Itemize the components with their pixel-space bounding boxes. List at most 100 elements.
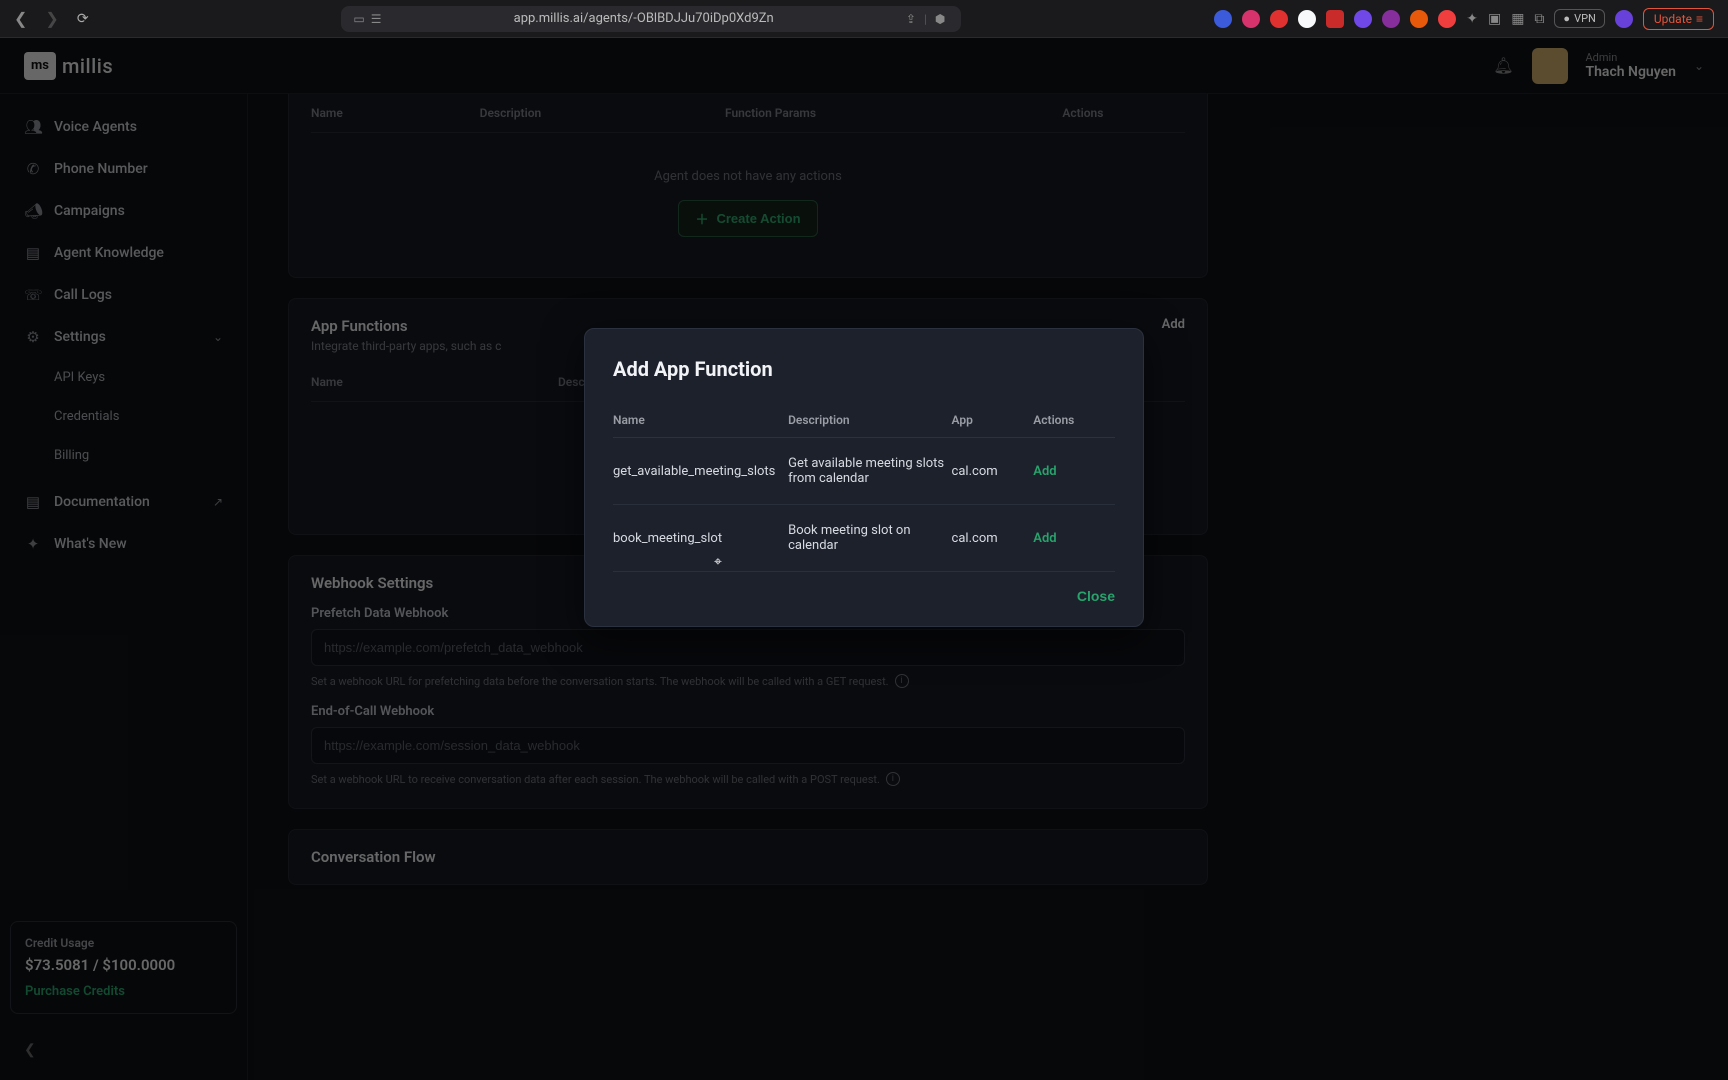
sidebar-item-call-logs[interactable]: ☏ Call Logs [10, 276, 237, 314]
modal-fn-app: cal.com [952, 464, 1034, 479]
purchase-credits-link[interactable]: Purchase Credits [25, 984, 222, 999]
modal-row: get_available_meeting_slots Get availabl… [613, 438, 1115, 505]
ext-icon[interactable] [1326, 10, 1344, 28]
ext-icon[interactable] [1214, 10, 1232, 28]
sidebar-item-label: Documentation [54, 494, 150, 510]
sidebar-item-voice-agents[interactable]: 👥︎ Voice Agents [10, 108, 237, 146]
sidebar: 👥︎ Voice Agents ✆ Phone Number 📣︎ Campai… [0, 94, 248, 1080]
sidebar-collapse-icon[interactable]: ❮ [10, 1034, 237, 1066]
sidebar-item-campaigns[interactable]: 📣︎ Campaigns [10, 192, 237, 230]
sidebar-item-label: Phone Number [54, 161, 148, 177]
app-functions-subtitle: Integrate third-party apps, such as c [311, 339, 501, 353]
sidebar-item-api-keys[interactable]: API Keys [10, 360, 237, 395]
logo-text: millis [62, 54, 113, 78]
ext-icon[interactable] [1382, 10, 1400, 28]
doc-icon: ▤ [24, 493, 42, 511]
ext-icon[interactable] [1242, 10, 1260, 28]
reader-mode-icon[interactable]: ▭ [353, 12, 364, 26]
site-settings-icon[interactable]: ☰ [371, 12, 382, 26]
sidebar-item-credentials[interactable]: Credentials [10, 399, 237, 434]
share-icon[interactable]: ⇪ [906, 12, 916, 26]
sidebar-item-label: Credentials [54, 409, 119, 424]
col-name: Name [311, 375, 558, 389]
tabs-icon[interactable]: ▦ [1511, 11, 1524, 27]
modal-col-description: Description [788, 413, 951, 427]
puzzle-icon[interactable]: ✦ [1466, 11, 1478, 27]
phone-icon: ✆ [24, 160, 42, 178]
plus-icon: ＋ [695, 209, 708, 228]
ext-icon[interactable] [1438, 10, 1456, 28]
sidebar-item-label: Agent Knowledge [54, 245, 164, 261]
prefetch-webhook-input[interactable] [311, 629, 1185, 666]
sidebar-item-documentation[interactable]: ▤ Documentation ↗ [10, 483, 237, 521]
actions-empty-state: Agent does not have any actions [311, 133, 1185, 200]
col-actions: Actions [1062, 106, 1185, 120]
sidebar-item-whats-new[interactable]: ✦ What's New [10, 525, 237, 563]
address-bar[interactable]: ▭ ☰ app.millis.ai/agents/-OBlBDJJu70iDp0… [341, 6, 961, 32]
modal-fn-description: Get available meeting slots from calenda… [788, 456, 951, 486]
ext-icon[interactable] [1270, 10, 1288, 28]
modal-table-header: Name Description App Actions [613, 403, 1115, 438]
modal-row: book_meeting_slot Book meeting slot on c… [613, 505, 1115, 572]
ext-icon[interactable] [1298, 10, 1316, 28]
add-app-function-modal: Add App Function Name Description App Ac… [584, 328, 1144, 627]
knowledge-icon: ▤ [24, 244, 42, 262]
modal-fn-name: book_meeting_slot [613, 531, 788, 546]
credit-title: Credit Usage [25, 936, 222, 950]
sparkle-icon: ✦ [24, 535, 42, 553]
avatar[interactable] [1532, 48, 1568, 84]
credit-usage-box: Credit Usage $73.5081 / $100.0000 Purcha… [10, 921, 237, 1014]
modal-add-button[interactable]: Add [1033, 464, 1115, 479]
end-of-call-webhook-input[interactable] [311, 727, 1185, 764]
col-params: Function Params [725, 106, 1062, 120]
info-icon[interactable]: i [895, 674, 909, 688]
reload-icon[interactable]: ⟳ [77, 11, 89, 27]
logo[interactable]: ms millis [24, 52, 113, 80]
ext-icon[interactable] [1615, 10, 1633, 28]
app-functions-add-button[interactable]: Add [1162, 317, 1185, 332]
external-link-icon: ↗ [213, 495, 223, 509]
modal-col-name: Name [613, 413, 788, 427]
modal-fn-description: Book meeting slot on calendar [788, 523, 951, 553]
prefetch-webhook-hint: Set a webhook URL for prefetching data b… [311, 675, 889, 688]
actions-table-header: Name Description Function Params Actions [311, 94, 1185, 133]
info-icon[interactable]: i [886, 772, 900, 786]
col-name: Name [311, 106, 480, 120]
sidebar-item-agent-knowledge[interactable]: ▤ Agent Knowledge [10, 234, 237, 272]
conversation-flow-title: Conversation Flow [289, 830, 1207, 884]
settings-icon: ⚙ [24, 328, 42, 346]
modal-add-button[interactable]: Add [1033, 531, 1115, 546]
app-functions-title: App Functions [311, 317, 501, 335]
url-text: app.millis.ai/agents/-OBlBDJJu70iDp0Xd9Z… [391, 11, 895, 26]
nav-forward-icon[interactable]: ❯ [45, 9, 58, 28]
user-role: Admin [1586, 51, 1676, 64]
ext-icon[interactable] [1354, 10, 1372, 28]
modal-fn-app: cal.com [952, 531, 1034, 546]
sidebar-item-label: Campaigns [54, 203, 125, 219]
modal-col-app: App [952, 413, 1034, 427]
vpn-button[interactable]: ● VPN [1554, 9, 1604, 28]
modal-title: Add App Function [613, 357, 1115, 381]
user-menu[interactable]: Admin Thach Nguyen [1586, 51, 1676, 81]
logo-badge: ms [24, 52, 56, 80]
modal-col-actions: Actions [1033, 413, 1115, 427]
copy-icon[interactable]: ⧉ [1534, 11, 1544, 27]
sidebar-item-settings[interactable]: ⚙ Settings ⌄ [10, 318, 237, 356]
update-button[interactable]: Update ≡ [1643, 8, 1714, 30]
nav-back-icon[interactable]: ❮ [14, 9, 27, 28]
credit-amounts: $73.5081 / $100.0000 [25, 956, 222, 974]
sidebar-item-label: Voice Agents [54, 119, 137, 135]
sidebar-item-billing[interactable]: Billing [10, 438, 237, 473]
notifications-icon[interactable]: 🔔︎ [1493, 56, 1513, 75]
modal-close-button[interactable]: Close [1077, 588, 1115, 604]
call-logs-icon: ☏ [24, 286, 42, 304]
sidebar-item-label: Billing [54, 448, 89, 463]
sidebar-item-label: Settings [54, 329, 106, 345]
sidebar-item-phone-number[interactable]: ✆ Phone Number [10, 150, 237, 188]
chevron-down-icon[interactable]: ⌄ [1694, 59, 1704, 73]
create-action-button[interactable]: ＋ Create Action [678, 200, 817, 237]
shield-icon[interactable]: ⬢ [935, 12, 945, 26]
panel-icon[interactable]: ▣ [1488, 11, 1501, 27]
browser-extensions: ✦ ▣ ▦ ⧉ ● VPN Update ≡ [1214, 8, 1714, 30]
ext-icon[interactable] [1410, 10, 1428, 28]
